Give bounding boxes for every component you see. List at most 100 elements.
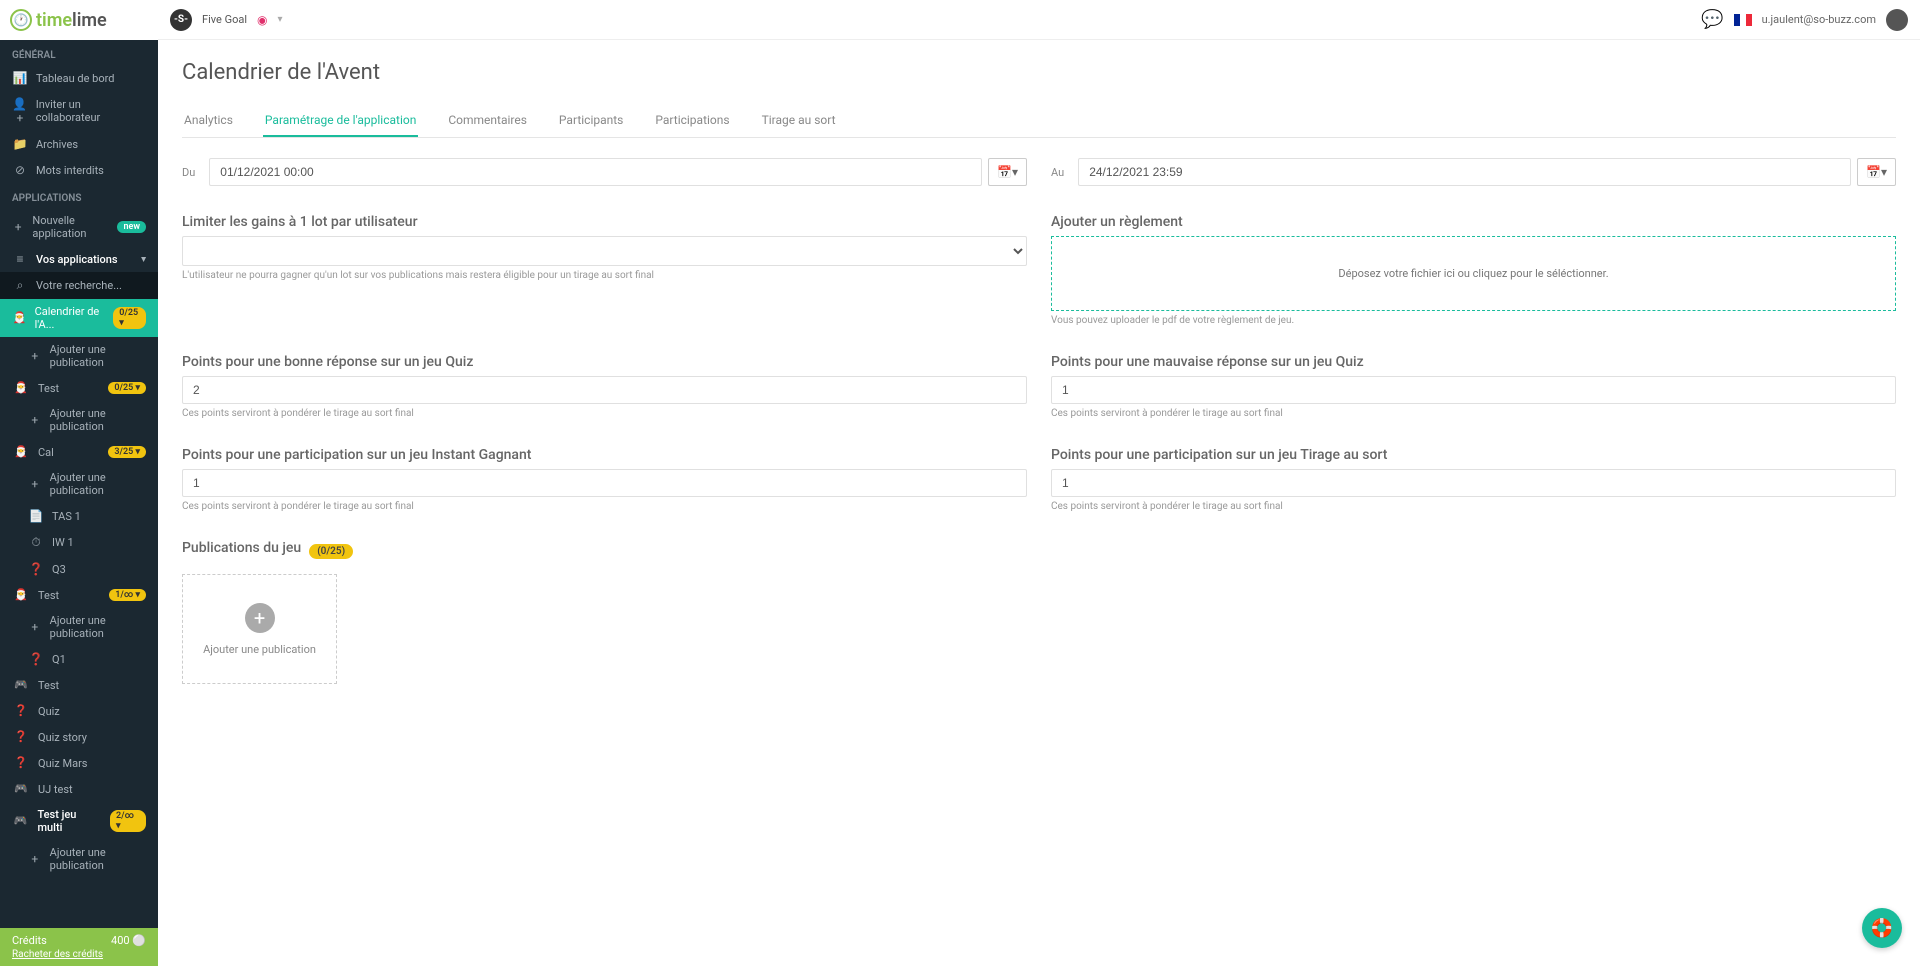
- item-icon: 📁: [12, 137, 28, 151]
- sub-icon: 📄: [28, 509, 44, 523]
- item-icon: 👤+: [12, 97, 28, 125]
- avatar[interactable]: [1886, 9, 1908, 31]
- date-to-label: Au: [1051, 166, 1064, 179]
- sidebar-search[interactable]: ⌕ Votre recherche...: [0, 272, 158, 299]
- points-instant-title: Points pour une participation sur un jeu…: [182, 447, 1027, 463]
- sub-icon: ❓: [28, 652, 44, 666]
- credits-value: 400 ⚪: [111, 934, 146, 947]
- app-icon: 🎮: [12, 814, 29, 828]
- app-icon: 🎅: [12, 381, 30, 395]
- points-quiz-good-input[interactable]: [182, 376, 1027, 404]
- points-instant-input[interactable]: [182, 469, 1027, 497]
- sidebar-app-item[interactable]: 🎅Test0/25 ▾: [0, 375, 158, 401]
- sub-icon: +: [28, 349, 42, 363]
- date-from-input[interactable]: [209, 158, 982, 186]
- main-content: Calendrier de l'Avent Analytics Paramétra…: [158, 40, 1920, 966]
- section-general: GÉNÉRAL: [0, 40, 158, 65]
- points-tirage-title: Points pour une participation sur un jeu…: [1051, 447, 1896, 463]
- sub-icon: ❓: [28, 562, 44, 576]
- date-to-input[interactable]: [1078, 158, 1851, 186]
- page-title: Calendrier de l'Avent: [182, 60, 1896, 85]
- sidebar-app-item[interactable]: ❓Quiz story: [0, 724, 158, 750]
- date-from-label: Du: [182, 166, 195, 179]
- limit-title: Limiter les gains à 1 lot par utilisateu…: [182, 214, 1027, 230]
- app-badge: 0/25 ▾: [108, 382, 146, 394]
- sidebar-sub-item[interactable]: ⏱IW 1: [0, 529, 158, 556]
- tab-participants[interactable]: Participants: [557, 105, 625, 137]
- account-badge[interactable]: -S-: [170, 9, 192, 31]
- tab-commentaires[interactable]: Commentaires: [446, 105, 529, 137]
- limit-help: L'utilisateur ne pourra gagner qu'un lot…: [182, 270, 1027, 281]
- points-quiz-good-title: Points pour une bonne réponse sur un jeu…: [182, 354, 1027, 370]
- pubs-badge: (0/25): [309, 544, 353, 559]
- date-to-picker[interactable]: 📅▾: [1857, 158, 1896, 186]
- section-applications: APPLICATIONS: [0, 183, 158, 208]
- sidebar: 🕐 timelime GÉNÉRAL 📊Tableau de bord👤+Inv…: [0, 0, 158, 966]
- sidebar-app-item[interactable]: 🎅Calendrier de l'A...0/25 ▾: [0, 299, 158, 337]
- tabs: Analytics Paramétrage de l'application Com…: [182, 105, 1896, 138]
- user-email[interactable]: u.jaulent@so-buzz.com: [1762, 13, 1876, 26]
- pubs-title: Publications du jeu: [182, 540, 301, 556]
- sidebar-app-item[interactable]: 🎮Test: [0, 672, 158, 698]
- chat-icon[interactable]: 💬: [1701, 9, 1723, 30]
- sidebar-sub-item[interactable]: +Ajouter une publication: [0, 608, 158, 646]
- sidebar-sub-item[interactable]: +Ajouter une publication: [0, 337, 158, 375]
- buy-credits-link[interactable]: Racheter des crédits: [12, 949, 146, 960]
- sidebar-sub-item[interactable]: +Ajouter une publication: [0, 465, 158, 503]
- add-publication-card[interactable]: + Ajouter une publication: [182, 574, 337, 684]
- app-icon: 🎮: [12, 782, 30, 796]
- tab-participations[interactable]: Participations: [653, 105, 731, 137]
- points-tirage-input[interactable]: [1051, 469, 1896, 497]
- help-fab[interactable]: 🛟: [1862, 908, 1902, 948]
- app-icon: 🎅: [12, 311, 27, 325]
- app-icon: ❓: [12, 756, 30, 770]
- app-badge: 2/∞ ▾: [110, 810, 146, 832]
- sidebar-sub-item[interactable]: +Ajouter une publication: [0, 401, 158, 439]
- flag-fr-icon[interactable]: [1734, 14, 1752, 26]
- logo[interactable]: 🕐 timelime: [0, 0, 158, 40]
- sidebar-app-item[interactable]: 🎅Test1/∞ ▾: [0, 582, 158, 608]
- sidebar-sub-item[interactable]: ❓Q3: [0, 556, 158, 582]
- tab-analytics[interactable]: Analytics: [182, 105, 235, 137]
- sidebar-item[interactable]: 📁Archives: [0, 131, 158, 157]
- sidebar-app-item[interactable]: 🎅Cal3/25 ▾: [0, 439, 158, 465]
- sidebar-item[interactable]: ⊘Mots interdits: [0, 157, 158, 183]
- sub-icon: +: [28, 852, 42, 866]
- logo-icon: 🕐: [10, 9, 32, 31]
- menu-icon: ≡: [12, 252, 28, 266]
- limit-select[interactable]: [182, 236, 1027, 266]
- account-name[interactable]: Five Goal: [202, 13, 247, 26]
- topbar: -S- Five Goal ◉ ▾ 💬 u.jaulent@so-buzz.co…: [158, 0, 1920, 40]
- tab-param-trage-de-l-application[interactable]: Paramétrage de l'application: [263, 105, 418, 137]
- tab-tirage-au-sort[interactable]: Tirage au sort: [760, 105, 838, 137]
- rules-title: Ajouter un règlement: [1051, 214, 1896, 230]
- sidebar-sub-item[interactable]: +Ajouter une publication: [0, 840, 158, 878]
- sidebar-item[interactable]: 👤+Inviter un collaborateur: [0, 91, 158, 131]
- plus-circle-icon: +: [245, 603, 275, 633]
- points-quiz-bad-input[interactable]: [1051, 376, 1896, 404]
- rules-help: Vous pouvez uploader le pdf de votre règ…: [1051, 315, 1896, 326]
- sidebar-app-item[interactable]: 🎮UJ test: [0, 776, 158, 802]
- app-icon: ❓: [12, 730, 30, 744]
- instagram-icon[interactable]: ◉: [257, 13, 267, 27]
- points-quiz-bad-title: Points pour une mauvaise réponse sur un …: [1051, 354, 1896, 370]
- app-badge: 3/25 ▾: [108, 446, 146, 458]
- sub-icon: ⏱: [28, 535, 44, 550]
- sub-icon: +: [28, 620, 42, 634]
- dropdown-icon[interactable]: ▾: [277, 14, 282, 25]
- date-from-picker[interactable]: 📅▾: [988, 158, 1027, 186]
- rules-dropzone[interactable]: Déposez votre fichier ici ou cliquez pou…: [1051, 236, 1896, 311]
- sidebar-item-new-app[interactable]: + Nouvelle application new: [0, 208, 158, 246]
- sidebar-item[interactable]: 📊Tableau de bord: [0, 65, 158, 91]
- credits-label: Crédits: [12, 934, 47, 947]
- sidebar-sub-item[interactable]: ❓Q1: [0, 646, 158, 672]
- sidebar-scroll: GÉNÉRAL 📊Tableau de bord👤+Inviter un col…: [0, 40, 158, 928]
- sidebar-item-your-apps[interactable]: ≡ Vos applications: [0, 246, 158, 272]
- sidebar-app-item[interactable]: 🎮Test jeu multi2/∞ ▾: [0, 802, 158, 840]
- sidebar-app-item[interactable]: ❓Quiz Mars: [0, 750, 158, 776]
- app-badge: 1/∞ ▾: [109, 589, 146, 601]
- sidebar-sub-item[interactable]: 📄TAS 1: [0, 503, 158, 529]
- sidebar-app-item[interactable]: ❓Quiz: [0, 698, 158, 724]
- app-badge: 0/25 ▾: [113, 307, 146, 329]
- sidebar-footer: Crédits 400 ⚪ Racheter des crédits: [0, 928, 158, 966]
